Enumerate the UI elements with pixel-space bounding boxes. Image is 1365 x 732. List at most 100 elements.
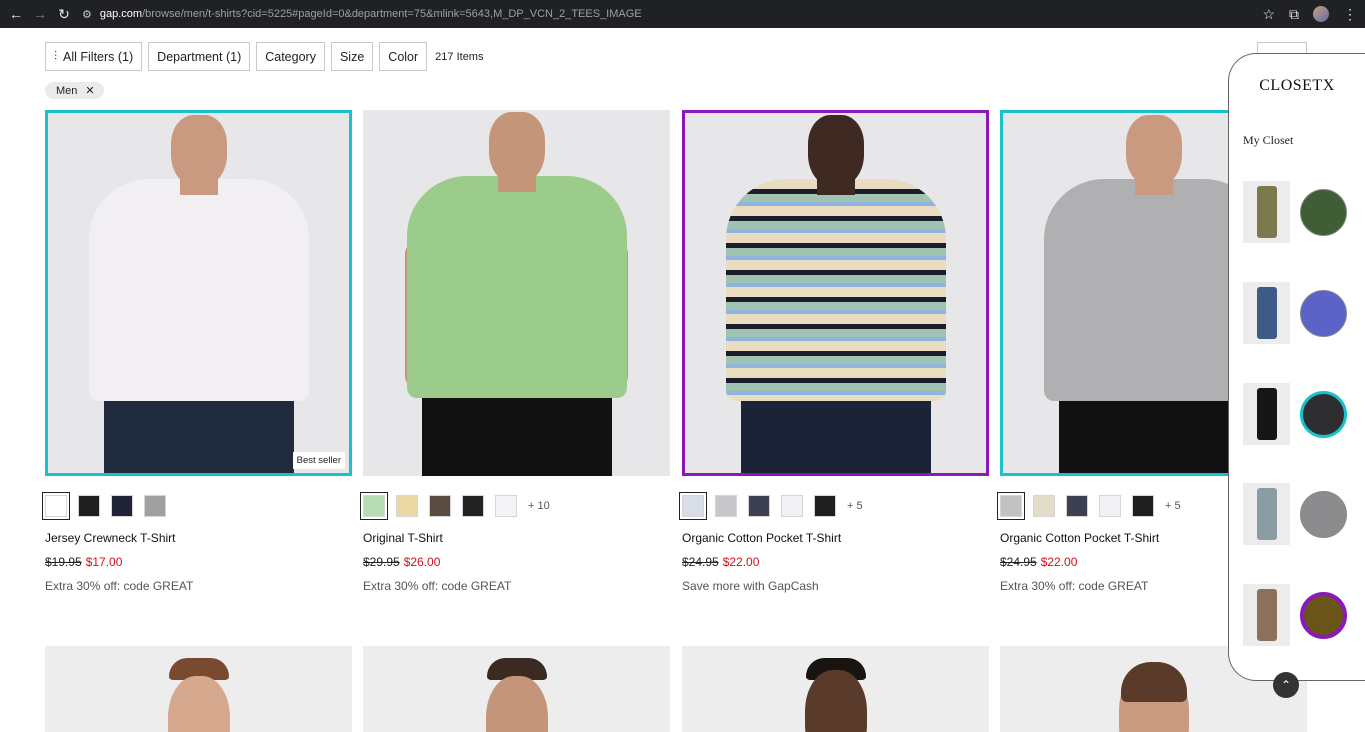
color-swatch[interactable] [997,492,1025,520]
browser-menu-icon[interactable]: ⋮ [1343,6,1357,23]
scroll-to-top-button[interactable]: ⌃ [1273,672,1299,698]
product-image[interactable] [682,110,989,476]
closet-item-thumbnail[interactable] [1243,483,1290,545]
more-colors-link[interactable]: + 5 [1165,500,1181,512]
pants-image [1256,186,1277,238]
product-photo-pants [740,393,931,473]
sale-price: $22.00 [722,555,760,569]
product-image[interactable] [363,110,670,476]
more-colors-link[interactable]: + 10 [528,500,550,512]
product-card[interactable]: + 10 Original T-Shirt $29.95 $26.00 Extra 30… [360,110,670,593]
forward-icon[interactable]: → [28,2,52,26]
color-swatch[interactable] [111,495,133,517]
color-swatch[interactable] [396,495,418,517]
category-filter-button[interactable]: Category [256,42,325,71]
profile-avatar[interactable] [1313,6,1329,22]
closet-item-thumbnail[interactable] [1243,584,1290,646]
product-photo-head [807,115,864,187]
closet-color-dot[interactable] [1300,189,1347,236]
color-swatches: + 5 [679,492,989,520]
color-filter-button[interactable]: Color [379,42,428,71]
color-swatch[interactable] [715,495,737,517]
url-path: /browse/men/t-shirts?cid=5225#pageId=0&d… [142,8,642,20]
product-photo-head [170,115,227,187]
color-swatches [42,492,352,520]
back-icon[interactable]: ← [4,2,28,26]
sale-price: $26.00 [403,555,441,569]
color-swatch[interactable] [1132,495,1154,517]
closet-title: CLOSETX [1259,77,1335,94]
size-filter-button[interactable]: Size [330,42,374,71]
closet-item[interactable] [1243,584,1355,646]
closet-item-thumbnail[interactable] [1243,282,1290,344]
closet-color-dot[interactable] [1300,391,1347,438]
product-photo-model [167,676,230,732]
color-swatch[interactable] [814,495,836,517]
closet-color-dot[interactable] [1300,290,1347,337]
color-swatch[interactable] [495,495,517,517]
product-photo-hair [1120,662,1187,702]
closet-item[interactable] [1243,483,1355,545]
closet-item-thumbnail[interactable] [1243,383,1290,445]
filter-bar: ⫶ All Filters (1) Department (1) Categor… [45,42,483,71]
product-photo-shirt [725,179,946,401]
color-swatch[interactable] [429,495,451,517]
pants-image [1256,589,1277,641]
color-swatch[interactable] [1066,495,1088,517]
color-swatch[interactable] [1099,495,1121,517]
reload-icon[interactable]: ↻ [52,2,76,26]
closet-item[interactable] [1243,181,1355,243]
all-filters-button[interactable]: ⫶ All Filters (1) [45,42,143,71]
product-price: $24.95 $22.00 [682,555,989,569]
browser-toolbar: ← → ↻ ⚙ gap.com /browse/men/t-shirts?cid… [0,0,1365,28]
closet-color-dot[interactable] [1300,491,1347,538]
department-filter-button[interactable]: Department (1) [148,42,251,71]
color-swatch[interactable] [360,492,388,520]
product-price: $19.95 $17.00 [45,555,352,569]
address-bar[interactable]: ⚙ gap.com /browse/men/t-shirts?cid=5225#… [82,3,642,25]
original-price: $19.95 [45,555,82,569]
product-name[interactable]: Jersey Crewneck T-Shirt [45,531,352,545]
original-price: $29.95 [363,555,400,569]
more-colors-link[interactable]: + 5 [847,500,863,512]
color-swatch[interactable] [1033,495,1055,517]
product-image[interactable] [363,646,670,732]
product-image[interactable]: Best seller [45,110,352,476]
product-name[interactable]: Organic Cotton Pocket T-Shirt [682,531,989,545]
product-photo-pants [421,390,612,476]
bookmark-star-icon[interactable]: ☆ [1262,6,1275,23]
pants-image [1256,287,1277,339]
product-image[interactable] [682,646,989,732]
promo-text: Extra 30% off: code GREAT [45,579,194,593]
color-swatch[interactable] [781,495,803,517]
product-card[interactable]: + 5 Organic Cotton Pocket T-Shirt $24.95 $2… [679,110,989,593]
product-name[interactable]: Original T-Shirt [363,531,670,545]
sale-price: $17.00 [85,555,123,569]
item-count: 217 Items [435,50,484,63]
product-card[interactable]: Best seller Jersey Crewneck T-Shirt $19.95… [42,110,352,593]
color-swatch[interactable] [748,495,770,517]
product-photo-pants [103,393,294,473]
color-swatch[interactable] [679,492,707,520]
closet-item[interactable] [1243,282,1355,344]
closet-color-dot[interactable] [1300,592,1347,639]
chip-label: Men [56,84,78,97]
color-swatch[interactable] [42,492,70,520]
product-image[interactable] [45,646,352,732]
extensions-icon[interactable]: ⧉ [1289,6,1299,23]
original-price: $24.95 [682,555,719,569]
color-swatch[interactable] [462,495,484,517]
product-photo-head [1125,115,1182,187]
my-closet-label: My Closet [1243,133,1294,147]
closet-item[interactable] [1243,383,1355,445]
site-info-icon[interactable]: ⚙ [82,8,92,21]
color-swatch[interactable] [144,495,166,517]
color-swatch[interactable] [78,495,100,517]
applied-filter-chip[interactable]: Men ✕ [45,82,104,99]
closet-item-thumbnail[interactable] [1243,181,1290,243]
pants-image [1256,388,1277,440]
pants-image [1256,488,1277,540]
product-photo-head [488,112,545,184]
close-icon[interactable]: ✕ [85,84,94,97]
sale-price: $22.00 [1040,555,1078,569]
